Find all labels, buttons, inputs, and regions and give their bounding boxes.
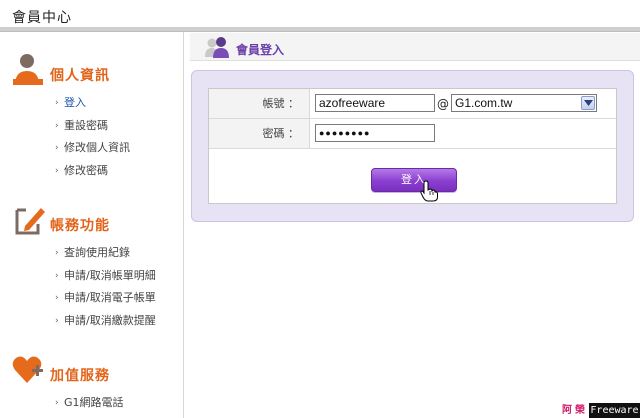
- password-input[interactable]: ●●●●●●●●: [315, 124, 435, 142]
- watermark-right: Freeware: [589, 403, 640, 418]
- sidebar-item-edit-profile[interactable]: › 修改個人資訊: [0, 137, 184, 160]
- watermark-left: 阿榮: [561, 403, 589, 418]
- bullet-icon: ›: [55, 143, 59, 153]
- sidebar-item-label: 修改個人資訊: [64, 141, 130, 154]
- bullet-icon: ›: [55, 293, 59, 303]
- section-title: 帳務功能: [50, 218, 110, 234]
- bullet-icon: ›: [55, 315, 59, 326]
- sidebar-item-label: 重設密碼: [64, 118, 108, 132]
- sidebar-item-label: 申請/取消繳款提醒: [64, 313, 156, 327]
- hand-cursor-icon: [420, 180, 438, 202]
- sidebar-item-reset-password[interactable]: › 重設密碼: [0, 115, 184, 138]
- sidebar-item-label: 申請/取消電子帳單: [64, 291, 156, 304]
- account-label: 帳號 ：: [209, 89, 310, 118]
- account-row: 帳號 ： azofreeware @ G1.com.tw: [209, 89, 616, 119]
- bullet-icon: ›: [55, 398, 59, 408]
- edit-document-icon: [15, 208, 45, 235]
- sidebar-item-e-bill[interactable]: › 申請/取消電子帳單: [0, 287, 184, 310]
- content-header: 會員登入: [190, 33, 640, 61]
- sidebar-item-login[interactable]: › 登入: [0, 92, 184, 115]
- sidebar-item-label: 查詢使用紀錄: [64, 246, 130, 259]
- login-button[interactable]: 登入: [371, 168, 457, 192]
- bullet-icon: ›: [55, 165, 59, 176]
- section-header: 個人資訊: [0, 52, 184, 92]
- domain-select[interactable]: G1.com.tw: [451, 94, 597, 112]
- bullet-icon: ›: [55, 98, 59, 108]
- password-label: 密碼 ：: [209, 119, 310, 148]
- sidebar-section-billing: 帳務功能 › 查詢使用紀錄 › 申請/取消帳單明細 › 申請/取消電子帳單 › 申請/取…: [0, 202, 184, 332]
- heart-plus-icon: [12, 356, 43, 383]
- person-icon: [13, 54, 43, 85]
- section-title: 加值服務: [50, 368, 110, 384]
- password-row: 密碼 ： ●●●●●●●●: [209, 119, 616, 149]
- login-panel: 帳號 ： azofreeware @ G1.com.tw 密碼 ： ●●●●●●…: [191, 70, 634, 222]
- content-title: 會員登入: [236, 43, 285, 57]
- page-title: 會員中心: [12, 10, 72, 26]
- sidebar-item-bill-detail[interactable]: › 申請/取消帳單明細: [0, 265, 184, 288]
- sidebar-item-usage-history[interactable]: › 查詢使用紀錄: [0, 242, 184, 265]
- at-sign: @: [437, 97, 449, 111]
- section-header: 加值服務: [0, 352, 184, 392]
- section-header: 帳務功能: [0, 202, 184, 242]
- sidebar: 個人資訊 › 登入 › 重設密碼 › 修改個人資訊 › 修改密碼 帳務功能 › 查詢使用紀…: [0, 32, 184, 418]
- sidebar-section-personal: 個人資訊 › 登入 › 重設密碼 › 修改個人資訊 › 修改密碼: [0, 52, 184, 182]
- sidebar-item-label: 登入: [64, 96, 86, 109]
- bullet-icon: ›: [55, 270, 59, 281]
- bullet-icon: ›: [55, 120, 59, 131]
- account-input[interactable]: azofreeware: [315, 94, 435, 112]
- sidebar-item-change-password[interactable]: › 修改密碼: [0, 160, 184, 183]
- bullet-icon: ›: [55, 248, 59, 258]
- section-title: 個人資訊: [50, 68, 110, 84]
- chevron-down-icon: [581, 96, 595, 110]
- domain-select-value: G1.com.tw: [455, 96, 513, 110]
- sidebar-item-label: 申請/取消帳單明細: [64, 268, 156, 282]
- sidebar-section-value-added: 加值服務 › G1網路電話: [0, 352, 184, 415]
- sidebar-item-label: 修改密碼: [64, 163, 108, 177]
- login-form: 帳號 ： azofreeware @ G1.com.tw 密碼 ： ●●●●●●…: [208, 88, 617, 204]
- sidebar-item-g1-voip[interactable]: › G1網路電話: [0, 392, 184, 415]
- sidebar-item-payment-reminder[interactable]: › 申請/取消繳款提醒: [0, 310, 184, 333]
- members-icon: [205, 37, 229, 58]
- sidebar-item-label: G1網路電話: [64, 396, 124, 409]
